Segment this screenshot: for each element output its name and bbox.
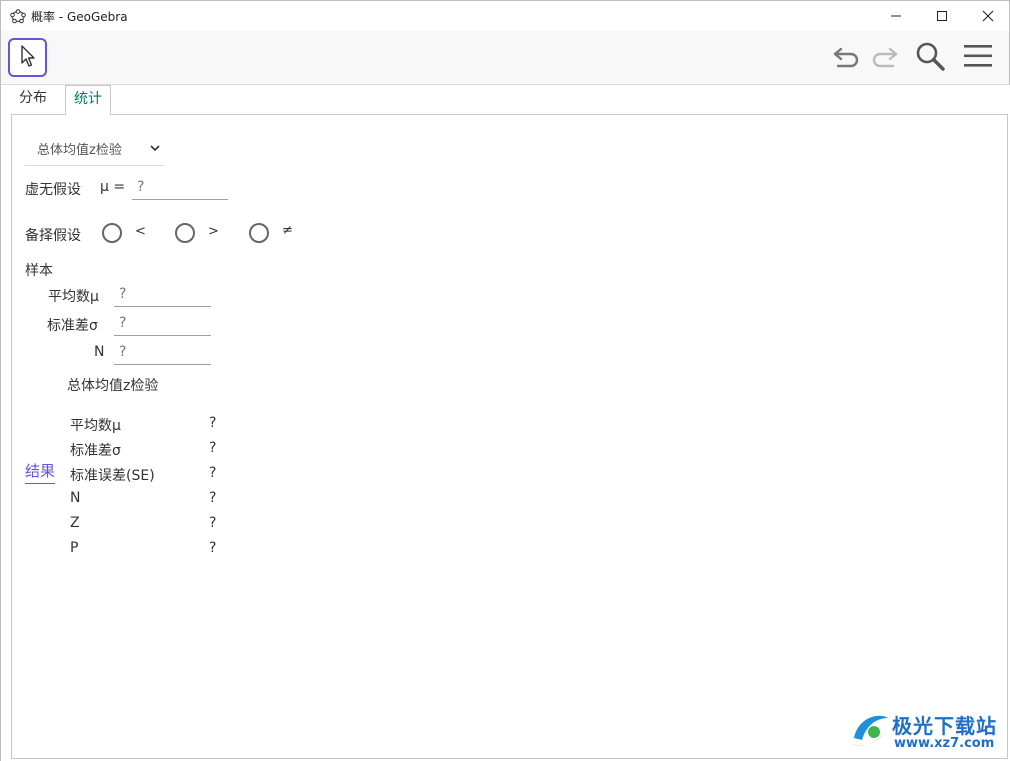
null-hypothesis-input[interactable]: ? xyxy=(132,176,228,200)
sample-n-input[interactable]: ? xyxy=(114,341,211,365)
test-type-select[interactable]: 总体均值z检验 xyxy=(25,133,165,166)
maximize-button[interactable] xyxy=(919,1,965,32)
undo-button[interactable] xyxy=(830,41,864,75)
radio-less-than-label: < xyxy=(135,224,146,239)
alt-hypothesis-label: 备择假设 xyxy=(25,228,81,244)
minimize-icon xyxy=(890,7,902,26)
watermark-url: www.xz7.com xyxy=(894,736,995,751)
result-mean-value: ? xyxy=(209,415,217,431)
minimize-button[interactable] xyxy=(873,1,919,32)
results-title: 总体均值z检验 xyxy=(67,378,159,394)
sample-mean-label: 平均数μ xyxy=(48,289,99,305)
search-button[interactable] xyxy=(913,41,947,75)
sample-heading: 样本 xyxy=(25,263,53,279)
tab-statistics[interactable]: 统计 xyxy=(65,85,111,116)
search-icon xyxy=(914,40,946,76)
result-z-name: Z xyxy=(70,515,80,531)
result-p-name: P xyxy=(70,540,79,556)
sample-mean-input[interactable]: ? xyxy=(114,283,211,307)
test-type-value: 总体均值z检验 xyxy=(37,143,122,158)
result-z-value: ? xyxy=(209,515,217,531)
move-tool-icon xyxy=(18,44,38,72)
result-sd-name: 标准差σ xyxy=(70,443,121,459)
watermark: 极光下载站 www.xz7.com xyxy=(848,706,1006,756)
watermark-text: 极光下载站 xyxy=(892,714,997,738)
statistics-panel xyxy=(11,115,1008,759)
result-se-name: 标准误差(SE) xyxy=(70,468,155,484)
title-bar: 概率 - GeoGebra xyxy=(0,0,1010,31)
result-se-value: ? xyxy=(209,465,217,481)
radio-greater-than-label: > xyxy=(208,224,219,239)
results-label[interactable]: 结果 xyxy=(25,460,56,484)
tab-bar: 分布 统计 xyxy=(11,85,1008,116)
undo-icon xyxy=(832,43,862,73)
sample-sd-input[interactable]: ? xyxy=(114,312,211,336)
move-tool-button[interactable] xyxy=(8,38,47,77)
result-sd-value: ? xyxy=(209,440,217,456)
redo-icon xyxy=(869,43,899,73)
maximize-icon xyxy=(936,7,948,26)
sample-sd-label: 标准差σ xyxy=(47,318,98,334)
menu-button[interactable] xyxy=(961,41,995,75)
result-n-name: N xyxy=(70,490,81,506)
chevron-down-icon xyxy=(149,142,161,158)
sample-n-label: N xyxy=(94,344,105,360)
watermark-logo-icon xyxy=(848,708,892,756)
redo-button[interactable] xyxy=(867,41,901,75)
menu-icon xyxy=(963,43,993,73)
geogebra-icon xyxy=(10,8,26,24)
tab-distribution[interactable]: 分布 xyxy=(11,85,55,115)
null-hypothesis-label: 虚无假设 xyxy=(25,182,81,198)
radio-not-equal-label: ≠ xyxy=(282,223,293,238)
close-icon xyxy=(982,7,994,26)
close-button[interactable] xyxy=(965,1,1010,32)
radio-not-equal[interactable] xyxy=(249,223,269,243)
toolbar xyxy=(0,31,1010,85)
radio-less-than[interactable] xyxy=(102,223,122,243)
result-mean-name: 平均数μ xyxy=(70,418,121,434)
radio-greater-than[interactable] xyxy=(175,223,195,243)
result-p-value: ? xyxy=(209,540,217,556)
result-n-value: ? xyxy=(209,490,217,506)
null-hypothesis-symbol: μ = xyxy=(100,179,126,195)
window-border-left xyxy=(0,31,1,761)
window-title: 概率 - GeoGebra xyxy=(31,10,128,24)
